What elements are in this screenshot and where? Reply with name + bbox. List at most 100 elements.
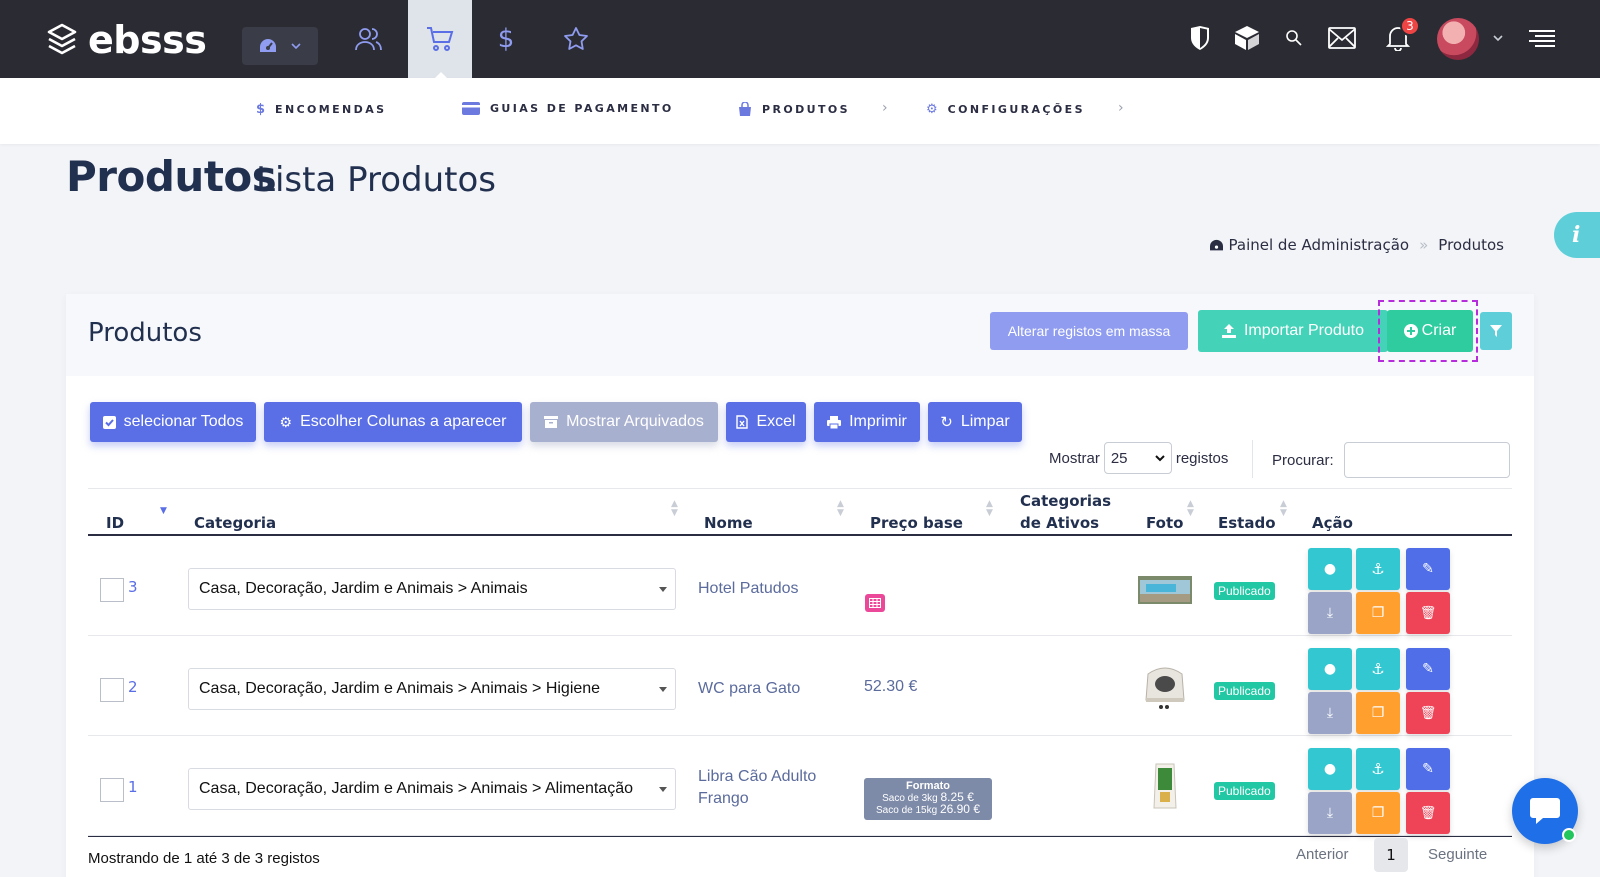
status-badge: Publicado [1214, 582, 1275, 600]
download-button[interactable]: ⤓ [1308, 792, 1352, 834]
pagination-page[interactable]: 1 [1374, 838, 1408, 872]
show-archived-button[interactable]: Mostrar Arquivados [530, 402, 718, 442]
view-public-button[interactable]: ● [1308, 548, 1352, 590]
info-icon: i [1572, 222, 1581, 248]
chevron-down-icon [291, 43, 301, 50]
sidebar-toggle[interactable] [1526, 22, 1558, 54]
product-formats: Formato Saco de 3kg 8.25 € Saco de 15kg … [864, 778, 992, 820]
pagination-next[interactable]: Seguinte [1428, 846, 1487, 863]
page-length-select[interactable]: 25 [1103, 442, 1172, 474]
edit-button[interactable]: ✎ [1406, 648, 1450, 690]
shield-icon [1191, 26, 1209, 50]
product-photo[interactable] [1138, 762, 1192, 810]
nav-favorites[interactable] [544, 0, 608, 78]
sort-icon: ▲ ▼ [1187, 499, 1194, 518]
edit-button[interactable]: ✎ [1406, 548, 1450, 590]
breadcrumb-item-admin[interactable]: Painel de Administração [1209, 236, 1409, 254]
print-button[interactable]: Imprimir [814, 402, 920, 442]
nav-finance[interactable]: $ [474, 0, 538, 78]
box-icon [1235, 26, 1259, 50]
column-header-preco[interactable]: Preço base [870, 512, 963, 534]
mass-edit-button[interactable]: Alterar registos em massa [990, 312, 1188, 350]
column-header-id[interactable]: ID [106, 512, 124, 534]
choose-columns-button[interactable]: ⚙ Escolher Colunas a aparecer [264, 402, 522, 442]
copy-icon: ❐ [1371, 805, 1385, 821]
globe-icon: ● [1323, 561, 1337, 577]
product-photo[interactable] [1138, 562, 1192, 610]
search-button[interactable] [1278, 22, 1310, 54]
create-button[interactable]: Criar [1387, 310, 1473, 352]
info-panel-toggle[interactable]: i [1554, 212, 1600, 258]
chevron-right-icon[interactable]: › [1118, 100, 1124, 116]
product-name-link[interactable]: WC para Gato [698, 678, 800, 700]
download-button[interactable]: ⤓ [1308, 592, 1352, 634]
subnav-item-produtos[interactable]: PRODUTOS [738, 102, 850, 116]
view-public-button[interactable]: ● [1308, 748, 1352, 790]
delete-button[interactable]: 🗑 [1406, 592, 1450, 634]
notifications-button[interactable]: 3 [1382, 16, 1420, 54]
category-select[interactable]: Casa, Decoração, Jardim e Animais > Anim… [188, 768, 676, 810]
anchor-button[interactable]: ⚓ [1356, 748, 1400, 790]
anchor-button[interactable]: ⚓ [1356, 548, 1400, 590]
duplicate-button[interactable]: ❐ [1356, 792, 1400, 834]
column-header-categorias-ativos[interactable]: Categorias de Ativos [1020, 490, 1120, 534]
page-subtitle: Lista Produtos [256, 160, 496, 200]
excel-export-button[interactable]: Excel [726, 402, 806, 442]
select-all-button[interactable]: selecionar Todos [90, 402, 256, 442]
product-photo[interactable] [1138, 662, 1192, 710]
security-button[interactable] [1184, 22, 1216, 54]
menu-icon [1529, 30, 1555, 47]
row-id[interactable]: 3 [128, 578, 138, 596]
column-header-categoria[interactable]: Categoria [194, 512, 276, 534]
download-icon: ⤓ [1326, 805, 1334, 821]
anchor-button[interactable]: ⚓ [1356, 648, 1400, 690]
modules-button[interactable] [1231, 22, 1263, 54]
module-subnav: $ ENCOMENDAS GUIAS DE PAGAMENTO PRODUTOS… [0, 78, 1600, 144]
subnav-item-guias-pagamento[interactable]: GUIAS DE PAGAMENTO [462, 102, 674, 115]
toolbar-divider [1252, 440, 1253, 478]
sort-desc-icon: ▼ [160, 506, 167, 516]
row-checkbox[interactable] [100, 678, 124, 702]
nav-cart[interactable] [408, 0, 472, 79]
users-icon [355, 28, 382, 51]
product-name-link[interactable]: Libra Cão Adulto Frango [698, 766, 848, 810]
dashboard-icon [260, 39, 276, 52]
product-name-link[interactable]: Hotel Patudos [698, 578, 799, 600]
dashboard-dropdown[interactable] [242, 27, 318, 65]
category-select[interactable]: Casa, Decoração, Jardim e Animais > Anim… [188, 568, 676, 610]
delete-button[interactable]: 🗑 [1406, 692, 1450, 734]
notification-badge: 3 [1400, 16, 1420, 36]
duplicate-button[interactable]: ❐ [1356, 692, 1400, 734]
row-checkbox[interactable] [100, 778, 124, 802]
search-input[interactable] [1343, 442, 1510, 478]
pagination-prev[interactable]: Anterior [1296, 846, 1349, 863]
row-id[interactable]: 1 [128, 778, 138, 796]
subnav-item-configuracoes[interactable]: ⚙ CONFIGURAÇÕES [926, 102, 1085, 117]
duplicate-button[interactable]: ❐ [1356, 592, 1400, 634]
column-header-nome[interactable]: Nome [704, 512, 753, 534]
user-menu-toggle[interactable] [1482, 22, 1514, 54]
messages-button[interactable] [1326, 22, 1358, 54]
brand-name: ebsss [88, 18, 207, 62]
column-header-estado[interactable]: Estado [1218, 512, 1276, 534]
brand-logo[interactable]: ebsss [46, 18, 207, 62]
subnav-item-encomendas[interactable]: $ ENCOMENDAS [256, 102, 386, 117]
filter-button[interactable] [1480, 312, 1512, 350]
row-id[interactable]: 2 [128, 678, 138, 696]
sort-icon: ▲ ▼ [671, 499, 678, 518]
column-header-foto[interactable]: Foto [1146, 512, 1183, 534]
user-avatar[interactable] [1437, 18, 1479, 60]
nav-users[interactable] [336, 0, 400, 78]
price-table-icon[interactable] [865, 594, 885, 612]
edit-button[interactable]: ✎ [1406, 748, 1450, 790]
delete-button[interactable]: 🗑 [1406, 792, 1450, 834]
chevron-right-icon[interactable]: › [882, 100, 888, 116]
clear-button[interactable]: ↻ Limpar [928, 402, 1022, 442]
category-select[interactable]: Casa, Decoração, Jardim e Animais > Anim… [188, 668, 676, 710]
row-checkbox[interactable] [100, 578, 124, 602]
download-button[interactable]: ⤓ [1308, 692, 1352, 734]
import-product-button[interactable]: Importar Produto [1198, 310, 1388, 352]
anchor-icon: ⚓ [1371, 760, 1385, 778]
view-public-button[interactable]: ● [1308, 648, 1352, 690]
edit-icon: ✎ [1422, 761, 1434, 777]
